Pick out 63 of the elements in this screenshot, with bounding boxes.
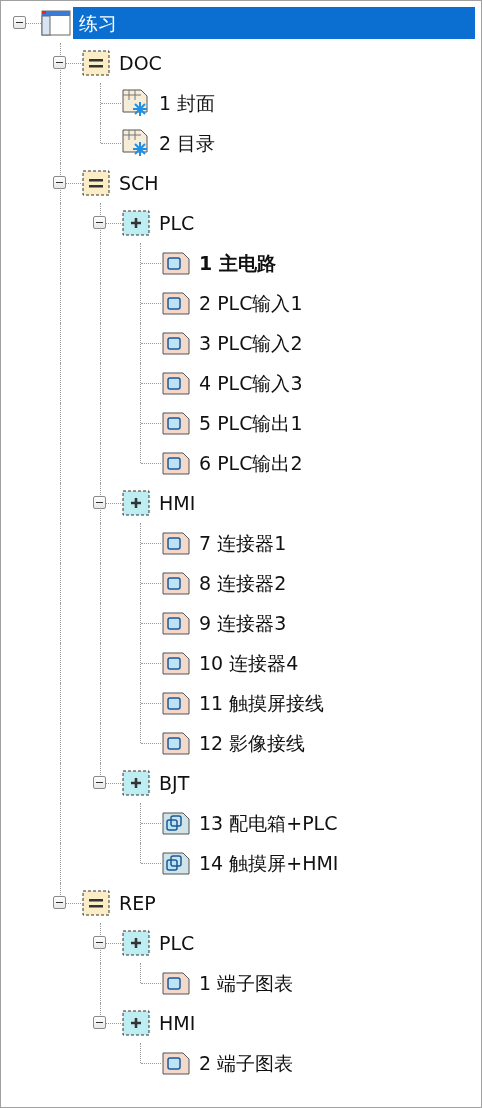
layout-page-icon bbox=[161, 810, 191, 836]
collapse-toggle[interactable] bbox=[53, 56, 66, 69]
tree-item[interactable]: HMI bbox=[153, 487, 202, 519]
window-icon bbox=[41, 9, 71, 37]
folder-list-icon bbox=[81, 49, 111, 77]
tree-item[interactable]: 1 封面 bbox=[153, 87, 222, 119]
tree-item[interactable]: 14 触摸屏+HMI bbox=[193, 847, 345, 879]
folder-plus-icon bbox=[121, 929, 151, 957]
folder-list-icon bbox=[81, 889, 111, 917]
tree-item[interactable]: 1 主电路 bbox=[193, 247, 282, 279]
folder-plus-icon bbox=[121, 489, 151, 517]
snowflake-page-icon bbox=[121, 128, 151, 158]
collapse-toggle[interactable] bbox=[13, 16, 26, 29]
chip-page-icon bbox=[161, 370, 191, 396]
tree-item[interactable]: 2 目录 bbox=[153, 127, 222, 159]
chip-page-icon bbox=[161, 410, 191, 436]
tree-item[interactable]: HMI bbox=[153, 1007, 202, 1039]
tree-item[interactable]: 6 PLC输出2 bbox=[193, 447, 309, 479]
tree-item[interactable]: 3 PLC输入2 bbox=[193, 327, 309, 359]
tree-item[interactable]: 10 连接器4 bbox=[193, 647, 305, 679]
snowflake-page-icon bbox=[121, 88, 151, 118]
tree-item[interactable]: 1 端子图表 bbox=[193, 967, 300, 999]
chip-page-icon bbox=[161, 250, 191, 276]
chip-page-icon bbox=[161, 450, 191, 476]
chip-page-icon bbox=[161, 650, 191, 676]
tree-item[interactable]: 8 连接器2 bbox=[193, 567, 293, 599]
collapse-toggle[interactable] bbox=[93, 496, 106, 509]
chip-page-icon bbox=[161, 570, 191, 596]
tree-item[interactable]: 2 端子图表 bbox=[193, 1047, 300, 1079]
tree-item[interactable]: PLC bbox=[153, 927, 201, 959]
tree-item[interactable]: 5 PLC输出1 bbox=[193, 407, 309, 439]
tree-item[interactable]: 11 触摸屏接线 bbox=[193, 687, 331, 719]
chip-page-icon bbox=[161, 970, 191, 996]
layout-page-icon bbox=[161, 850, 191, 876]
folder-list-icon bbox=[81, 169, 111, 197]
tree-item[interactable]: 13 配电箱+PLC bbox=[193, 807, 344, 839]
collapse-toggle[interactable] bbox=[93, 776, 106, 789]
folder-plus-icon bbox=[121, 1009, 151, 1037]
tree-item[interactable]: BJT bbox=[153, 767, 196, 799]
chip-page-icon bbox=[161, 730, 191, 756]
chip-page-icon bbox=[161, 530, 191, 556]
tree-item[interactable]: DOC bbox=[113, 47, 168, 79]
chip-page-icon bbox=[161, 610, 191, 636]
tree-item[interactable]: 练习 bbox=[73, 7, 475, 39]
tree-item[interactable]: SCH bbox=[113, 167, 165, 199]
chip-page-icon bbox=[161, 290, 191, 316]
collapse-toggle[interactable] bbox=[93, 1016, 106, 1029]
chip-page-icon bbox=[161, 330, 191, 356]
tree-item[interactable]: 9 连接器3 bbox=[193, 607, 293, 639]
tree-item[interactable]: REP bbox=[113, 887, 162, 919]
tree-item[interactable]: PLC bbox=[153, 207, 201, 239]
collapse-toggle[interactable] bbox=[93, 216, 106, 229]
tree-item[interactable]: 2 PLC输入1 bbox=[193, 287, 309, 319]
collapse-toggle[interactable] bbox=[53, 176, 66, 189]
folder-plus-icon bbox=[121, 209, 151, 237]
tree-item[interactable]: 7 连接器1 bbox=[193, 527, 293, 559]
tree-item[interactable]: 4 PLC输入3 bbox=[193, 367, 309, 399]
chip-page-icon bbox=[161, 690, 191, 716]
chip-page-icon bbox=[161, 1050, 191, 1076]
collapse-toggle[interactable] bbox=[93, 936, 106, 949]
folder-plus-icon bbox=[121, 769, 151, 797]
collapse-toggle[interactable] bbox=[53, 896, 66, 909]
tree-item[interactable]: 12 影像接线 bbox=[193, 727, 312, 759]
